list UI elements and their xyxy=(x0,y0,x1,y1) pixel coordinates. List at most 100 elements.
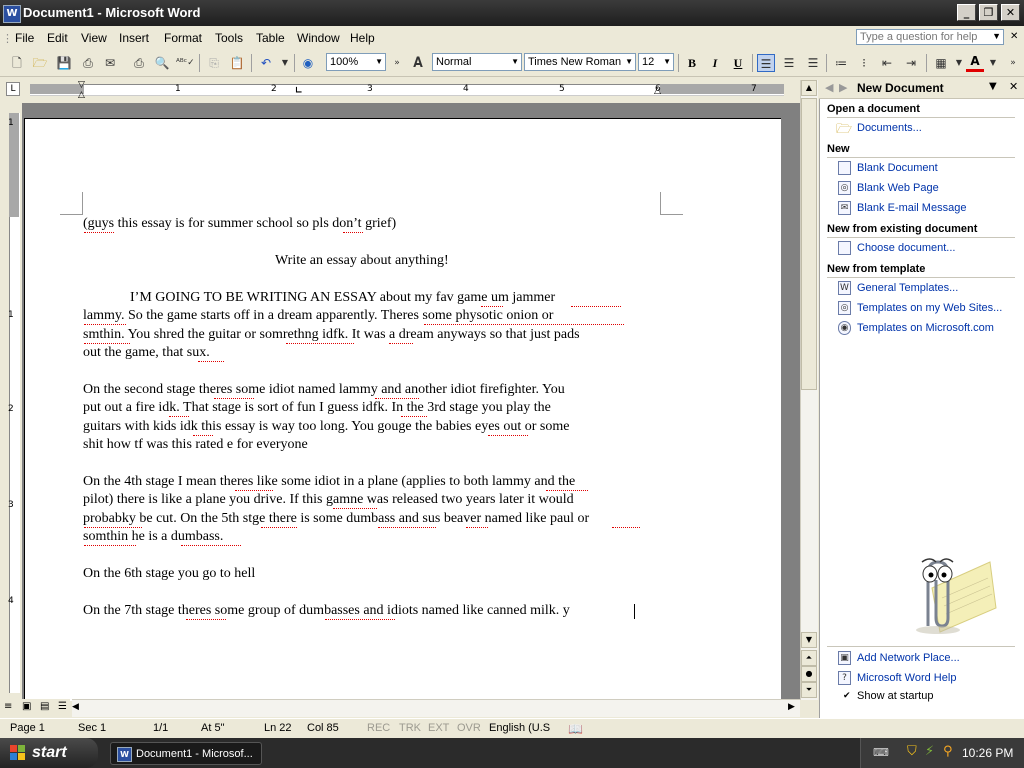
menu-view[interactable]: View xyxy=(81,31,107,45)
close-button[interactable]: ✕ xyxy=(1001,4,1020,21)
choose-document-link[interactable]: Choose document... xyxy=(857,242,955,254)
copy-icon[interactable]: ⎘ xyxy=(205,54,223,72)
print-preview-icon[interactable]: 🔍 xyxy=(153,54,171,72)
help-dropdown-icon[interactable]: ▼ xyxy=(992,31,1001,41)
numbering-icon[interactable]: ≔ xyxy=(832,54,850,72)
paste-icon[interactable]: 📋 xyxy=(228,54,246,72)
align-right-icon[interactable]: ☰ xyxy=(804,54,822,72)
back-arrow-icon[interactable]: ◀ xyxy=(825,81,833,94)
increase-indent-icon[interactable]: ⇥ xyxy=(902,54,920,72)
status-ext[interactable]: EXT xyxy=(428,722,449,734)
menu-edit[interactable]: Edit xyxy=(47,31,68,45)
scroll-down-icon[interactable]: ▼ xyxy=(801,632,817,648)
security-shield-icon[interactable]: ⛉ xyxy=(907,744,917,759)
styles-formatting-icon[interactable]: 𝐀 xyxy=(409,54,427,72)
web-layout-icon[interactable]: ▣ xyxy=(22,701,31,712)
menu-help[interactable]: Help xyxy=(350,31,375,45)
word-app-icon[interactable]: W xyxy=(3,5,21,23)
documents-link[interactable]: Documents... xyxy=(857,122,922,134)
toolbar-options-icon[interactable]: » xyxy=(388,54,406,72)
select-browse-object-icon[interactable]: ● xyxy=(801,666,817,682)
italic-button[interactable]: I xyxy=(706,54,724,72)
hanging-indent-icon[interactable]: △ xyxy=(78,90,85,100)
restore-button[interactable]: ❐ xyxy=(979,4,998,21)
tab-selector-icon[interactable]: L xyxy=(6,82,20,96)
right-indent-icon[interactable]: △ xyxy=(654,86,661,96)
tab-stop-icon[interactable]: ∟ xyxy=(295,86,303,96)
web-sites-templates-link[interactable]: Templates on my Web Sites... xyxy=(857,302,1002,314)
new-document-icon[interactable]: 🗋 xyxy=(8,54,26,72)
underline-button[interactable]: U xyxy=(729,54,747,72)
web-component-icon[interactable]: ◉ xyxy=(299,54,317,72)
status-ovr[interactable]: OVR xyxy=(457,722,481,734)
style-select[interactable]: Normal ▼ xyxy=(432,53,522,71)
task-pane-menu-icon[interactable]: ▼ xyxy=(989,81,997,92)
normal-view-icon[interactable]: ≡ xyxy=(4,701,12,712)
toolbar-options-icon[interactable]: » xyxy=(1004,54,1022,72)
menu-table[interactable]: Table xyxy=(256,31,285,45)
scroll-up-icon[interactable]: ▲ xyxy=(801,80,817,96)
spelling-squiggle xyxy=(214,398,254,399)
menu-tools[interactable]: Tools xyxy=(215,31,243,45)
vertical-scrollbar[interactable]: ▲ ▼ ⏶ ● ⏷ xyxy=(800,80,818,700)
general-templates-link[interactable]: General Templates... xyxy=(857,282,958,294)
permission-icon[interactable]: ⎙ xyxy=(79,54,97,72)
network-tray-icon[interactable]: ⚡ xyxy=(925,744,934,759)
start-button[interactable]: start xyxy=(0,738,98,768)
decrease-indent-icon[interactable]: ⇤ xyxy=(878,54,896,72)
blank-document-link[interactable]: Blank Document xyxy=(857,162,938,174)
email-icon[interactable]: ✉ xyxy=(101,54,119,72)
scroll-thumb[interactable] xyxy=(801,98,817,390)
menu-file[interactable]: File xyxy=(15,31,34,45)
scroll-right-icon[interactable]: ▶ xyxy=(788,702,795,712)
borders-icon[interactable]: ▦ xyxy=(932,54,950,72)
bold-button[interactable]: B xyxy=(683,54,701,72)
task-pane-close-icon[interactable]: ✕ xyxy=(1009,80,1018,93)
horizontal-scrollbar[interactable]: ◀ ▶ xyxy=(72,699,800,717)
open-folder-icon[interactable]: 🗁 xyxy=(31,54,49,72)
taskbar-word-button[interactable]: W Document1 - Microsof... xyxy=(110,742,262,765)
spelling-squiggle xyxy=(546,490,588,491)
font-color-dropdown-icon[interactable]: ▼ xyxy=(984,54,1002,72)
menu-window[interactable]: Window xyxy=(297,31,340,45)
blank-email-link[interactable]: Blank E-mail Message xyxy=(857,202,966,214)
align-left-icon[interactable]: ☰ xyxy=(757,54,775,72)
spelling-icon[interactable]: ᴬᴮᶜ✓ xyxy=(176,54,195,72)
zoom-select[interactable]: 100% ▼ xyxy=(326,53,386,71)
help-question-input[interactable]: Type a question for help ▼ xyxy=(856,29,1004,45)
spelling-status-icon[interactable]: 📖 xyxy=(568,722,583,736)
print-layout-icon[interactable]: ▤ xyxy=(40,701,49,712)
bullets-icon[interactable]: ⁝ xyxy=(855,54,873,72)
align-center-icon[interactable]: ☰ xyxy=(780,54,798,72)
office-assistant-clippy[interactable] xyxy=(898,548,998,636)
vruler-number: 3 xyxy=(8,500,14,510)
status-rec[interactable]: REC xyxy=(367,722,390,734)
status-trk[interactable]: TRK xyxy=(399,722,421,734)
close-document-icon[interactable]: ✕ xyxy=(1010,31,1018,42)
minimize-button[interactable]: _ xyxy=(957,4,976,21)
previous-page-icon[interactable]: ⏶ xyxy=(801,650,817,666)
word-help-link[interactable]: Microsoft Word Help xyxy=(857,672,956,684)
undo-dropdown-icon[interactable]: ▼ xyxy=(276,54,294,72)
outline-view-icon[interactable]: ☰ xyxy=(58,701,67,712)
scroll-left-icon[interactable]: ◀ xyxy=(72,702,79,712)
microsoft-com-templates-link[interactable]: Templates on Microsoft.com xyxy=(857,322,994,334)
print-icon[interactable]: ⎙ xyxy=(130,54,148,72)
forward-arrow-icon[interactable]: ▶ xyxy=(839,81,847,94)
undo-icon[interactable]: ↶ xyxy=(257,54,275,72)
next-page-icon[interactable]: ⏷ xyxy=(801,682,817,698)
font-size-select[interactable]: 12 ▼ xyxy=(638,53,674,71)
font-select[interactable]: Times New Roman ▼ xyxy=(524,53,636,71)
first-line-indent-icon[interactable]: ▽ xyxy=(78,80,85,90)
keyboard-tray-icon[interactable]: ⌨ xyxy=(873,746,889,759)
show-at-startup-checkbox[interactable]: ✔ xyxy=(843,691,853,701)
menu-format[interactable]: Format xyxy=(164,31,202,45)
doc-paragraph-line: somthin he is a dumbass. xyxy=(83,529,224,544)
add-network-place-link[interactable]: Add Network Place... xyxy=(857,652,960,664)
font-color-icon[interactable]: A xyxy=(966,54,984,72)
menu-insert[interactable]: Insert xyxy=(119,31,149,45)
search-tray-icon[interactable]: ⚲ xyxy=(943,744,953,759)
spelling-squiggle xyxy=(169,416,189,417)
blank-web-page-link[interactable]: Blank Web Page xyxy=(857,182,939,194)
save-icon[interactable]: 💾 xyxy=(55,54,73,72)
